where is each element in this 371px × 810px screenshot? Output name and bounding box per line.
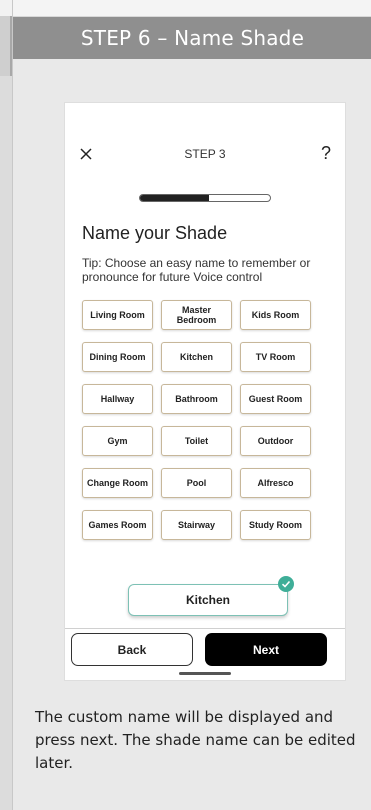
room-chip-stairway[interactable]: Stairway [161,510,232,540]
next-button[interactable]: Next [205,633,327,666]
selected-name-field[interactable]: Kitchen [128,584,288,616]
room-grid: Living Room Master Bedroom Kids Room Din… [82,300,328,540]
help-icon[interactable]: ? [321,143,331,164]
room-chip-alfresco[interactable]: Alfresco [240,468,311,498]
back-button[interactable]: Back [71,633,193,666]
selected-name-container: Kitchen [128,576,294,616]
room-chip-living-room[interactable]: Living Room [82,300,153,330]
phone-tip: Tip: Choose an easy name to remember or … [82,256,311,284]
room-chip-games-room[interactable]: Games Room [82,510,153,540]
room-chip-master-bedroom[interactable]: Master Bedroom [161,300,232,330]
room-chip-kitchen[interactable]: Kitchen [161,342,232,372]
caption-text: The custom name will be displayed and pr… [35,708,356,772]
left-panel-edge [0,0,12,810]
room-chip-hallway[interactable]: Hallway [82,384,153,414]
home-indicator [179,672,231,675]
room-chip-guest-room[interactable]: Guest Room [240,384,311,414]
check-icon [278,576,294,592]
progress-bar [139,194,271,202]
room-chip-outdoor[interactable]: Outdoor [240,426,311,456]
phone-step-label: STEP 3 [184,147,226,161]
room-chip-gym[interactable]: Gym [82,426,153,456]
room-chip-pool[interactable]: Pool [161,468,232,498]
room-chip-bathroom[interactable]: Bathroom [161,384,232,414]
step-header: STEP 6 – Name Shade [13,17,371,59]
room-chip-toilet[interactable]: Toilet [161,426,232,456]
phone-title: Name your Shade [82,223,228,243]
card-top-line [13,0,371,17]
room-chip-kids-room[interactable]: Kids Room [240,300,311,330]
room-chip-tv-room[interactable]: TV Room [240,342,311,372]
progress-fill [140,195,209,201]
phone-screenshot: STEP 3 ? Name your Shade Tip: Choose an … [65,103,345,680]
left-panel-rule [0,16,12,76]
room-chip-dining-room[interactable]: Dining Room [82,342,153,372]
room-chip-change-room[interactable]: Change Room [82,468,153,498]
footer-divider [65,628,345,629]
left-panel-top [0,0,12,16]
step-card: STEP 6 – Name Shade STEP 3 ? Name your S… [12,0,371,810]
room-chip-study-room[interactable]: Study Room [240,510,311,540]
